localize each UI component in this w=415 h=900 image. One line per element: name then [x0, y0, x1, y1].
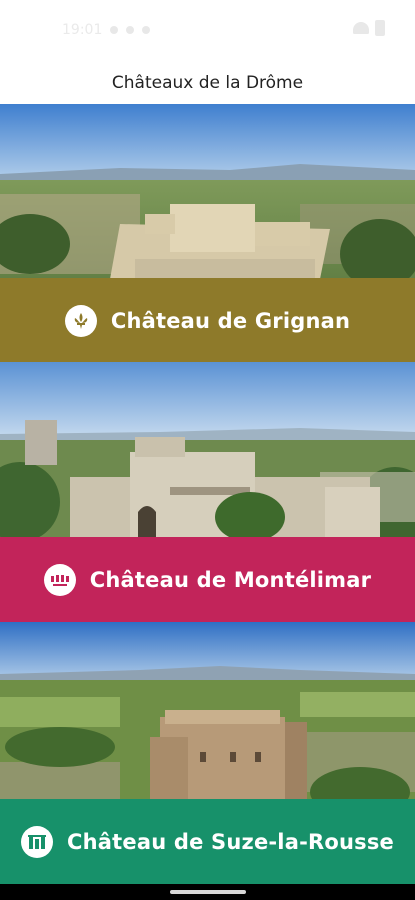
battery-icon: [375, 20, 385, 36]
status-bar: 19:01: [0, 0, 415, 62]
card-band: Château de Montélimar: [0, 537, 415, 622]
card-band: Château de Suze-la-Rousse: [0, 799, 415, 884]
suze-castle-icon: [21, 825, 54, 858]
card-band: Château de Grignan: [0, 278, 415, 362]
notification-icon: [142, 26, 151, 34]
card-title: Château de Grignan: [110, 308, 351, 333]
card-title: Château de Suze-la-Rousse: [67, 829, 394, 854]
card-chateau-montelimar[interactable]: Château de Montélimar: [0, 362, 415, 622]
notification-icon: [126, 26, 135, 34]
montelimar-logo-icon: [43, 563, 76, 596]
card-chateau-grignan[interactable]: Château de Grignan: [0, 104, 415, 362]
home-indicator[interactable]: [170, 890, 246, 894]
page-title: Châteaux de la Drôme: [111, 73, 304, 93]
notification-icon: [110, 26, 119, 34]
card-chateau-suze-la-rousse[interactable]: Château de Suze-la-Rousse: [0, 622, 415, 884]
wifi-icon: [353, 22, 369, 34]
status-time: 19:01: [62, 22, 103, 38]
status-bar-right: [353, 20, 385, 36]
app-header: Châteaux de la Drôme: [0, 62, 415, 104]
card-title: Château de Montélimar: [89, 567, 372, 592]
fleur-de-lis-icon: [64, 304, 97, 337]
status-bar-left: 19:01: [62, 22, 151, 38]
navigation-bar: [0, 884, 415, 900]
